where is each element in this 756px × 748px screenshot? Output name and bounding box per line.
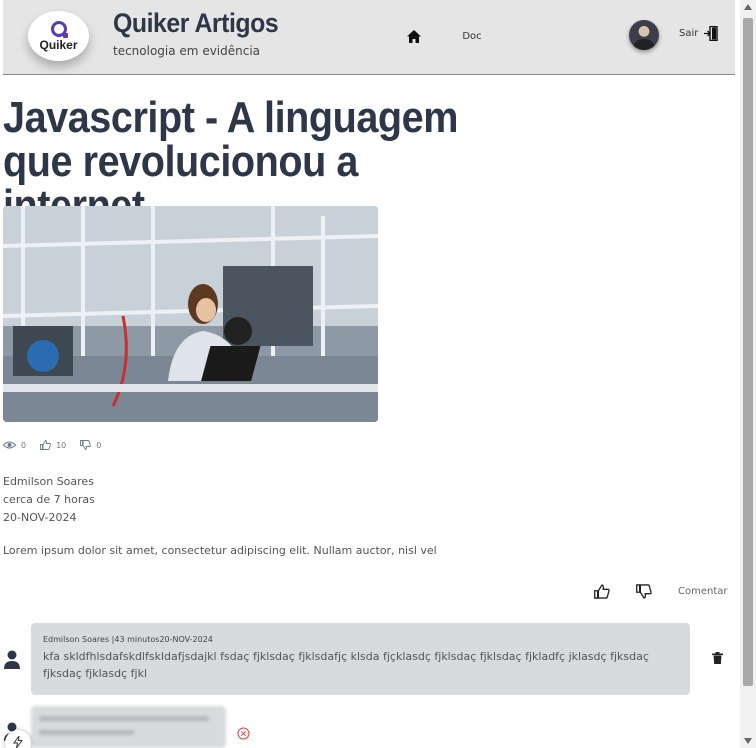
article-hero-image [3,206,378,422]
publish-date: 20-NOV-2024 [3,511,77,524]
thumbs-up-icon [594,583,610,599]
article-stats: 0 10 0 [3,440,101,450]
home-button[interactable] [399,22,429,50]
likes-stat: 10 [40,440,66,450]
site-title: Quiker Artigos [113,8,279,38]
dislike-button[interactable] [632,580,656,602]
avatar[interactable] [629,20,659,50]
views-count: 0 [21,440,27,450]
comment-item: Edmilson Soares |43 minutos20-NOV-2024 k… [31,623,690,695]
logout-button[interactable]: Sair [679,26,719,41]
views-stat: 0 [3,441,26,450]
logout-label: Sair [679,28,699,39]
site-subtitle: tecnologia em evidência [113,44,261,58]
article-body: Lorem ipsum dolor sit amet, consectetur … [3,544,437,557]
like-button[interactable] [590,580,614,602]
dislikes-count: 0 [96,440,102,450]
thumbs-up-icon [40,440,51,450]
logo-text: Quiker [39,37,78,52]
quick-action-button[interactable] [5,730,31,748]
lightning-icon [13,736,23,748]
article-actions: Comentar [590,580,732,602]
logout-door-icon [704,26,719,41]
quiker-logo[interactable]: Quiker [28,11,89,61]
top-header: Quiker Quiker Artigos tecnologia em evid… [3,0,735,75]
cancel-icon[interactable] [237,727,250,740]
likes-count: 10 [56,440,67,450]
comment-draft [31,706,226,748]
comment-button[interactable]: Comentar [674,583,732,600]
thumbs-down-icon [636,583,652,599]
author-name: Edmilson Soares [3,475,94,488]
home-icon [407,29,421,43]
thumbs-down-icon [80,440,92,450]
scroll-thumb[interactable] [743,18,753,686]
relative-time: cerca de 7 horas [3,493,95,506]
user-icon [4,650,20,669]
page-scrollbar[interactable] [740,0,756,748]
doc-link[interactable]: Doc [455,25,489,47]
trash-icon[interactable] [712,652,723,664]
scroll-down-icon[interactable] [744,738,752,744]
eye-icon [3,441,16,449]
scroll-up-icon[interactable] [744,4,752,10]
comment-meta: Edmilson Soares |43 minutos20-NOV-2024 [43,635,213,644]
comment-text: kfa skldfhlsdafskdlfskldafjsdajkl fsdaç … [43,650,649,680]
dislikes-stat: 0 [80,440,101,450]
article-author-block: Edmilson Soares cerca de 7 horas 20-NOV-… [3,473,95,527]
logo-mark-icon [50,20,68,38]
